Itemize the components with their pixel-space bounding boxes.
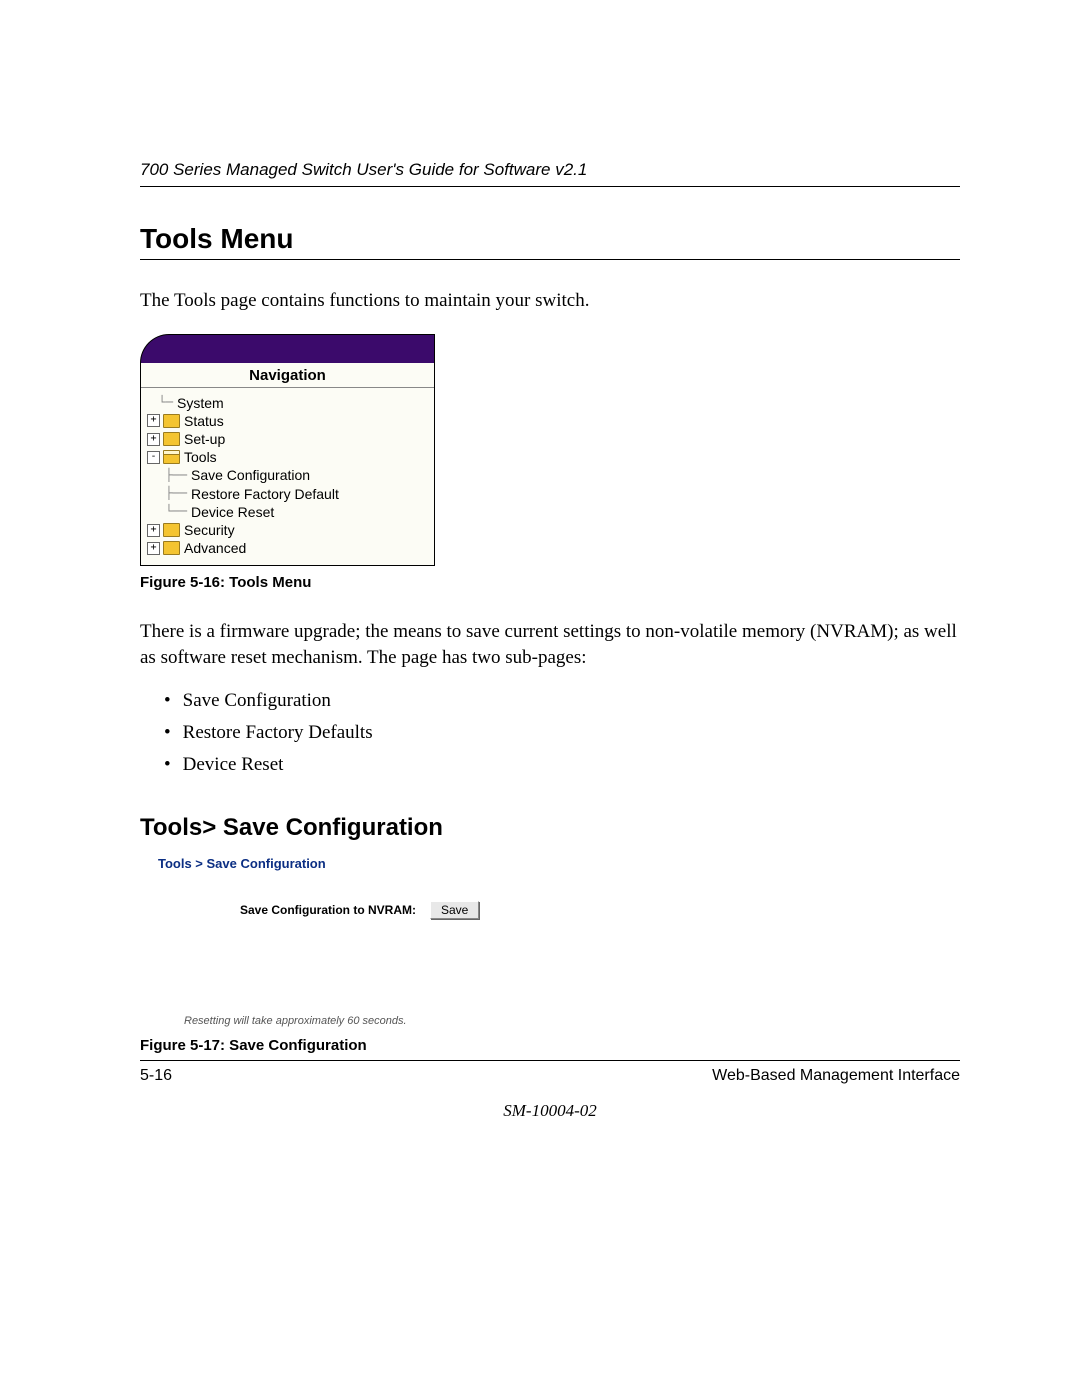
tree-label: Set-up xyxy=(184,430,225,448)
figure-caption-2: Figure 5-17: Save Configuration xyxy=(140,1037,960,1054)
intro-paragraph: The Tools page contains functions to mai… xyxy=(140,288,960,314)
figure-caption-1: Figure 5-16: Tools Menu xyxy=(140,574,960,591)
running-header: 700 Series Managed Switch User's Guide f… xyxy=(140,160,960,187)
save-button[interactable]: Save xyxy=(430,901,479,919)
tree-item-restore-default[interactable]: ├── Restore Factory Default xyxy=(147,485,428,503)
reset-note: Resetting will take approximately 60 sec… xyxy=(184,1015,860,1027)
tree-item-save-config[interactable]: ├── Save Configuration xyxy=(147,466,428,484)
footer-section-title: Web-Based Management Interface xyxy=(712,1067,960,1085)
tree-branch-icon: └── xyxy=(147,504,187,520)
list-item: Save Configuration xyxy=(164,685,960,717)
expand-icon[interactable]: + xyxy=(147,542,160,555)
tree-label: System xyxy=(177,394,224,412)
tree-label: Save Configuration xyxy=(191,466,310,484)
nav-tree: └─ System + Status + Set-up - Tools xyxy=(141,388,434,566)
nav-panel-header-bar xyxy=(140,334,435,363)
tree-label: Restore Factory Default xyxy=(191,485,339,503)
page-number: 5-16 xyxy=(140,1067,172,1085)
figure-save-config: Tools > Save Configuration Save Configur… xyxy=(140,856,860,1027)
folder-icon xyxy=(163,523,180,537)
tree-label: Advanced xyxy=(184,539,246,557)
tree-label: Tools xyxy=(184,448,217,466)
tree-item-status[interactable]: + Status xyxy=(147,412,428,430)
tree-item-advanced[interactable]: + Advanced xyxy=(147,539,428,557)
expand-icon[interactable]: + xyxy=(147,524,160,537)
tree-branch-icon: └─ xyxy=(147,395,173,411)
figure-tools-menu: Navigation └─ System + Status + Set-up xyxy=(140,334,435,567)
tree-branch-icon: ├── xyxy=(147,468,187,484)
list-item: Device Reset xyxy=(164,749,960,781)
document-id: SM-10004-02 xyxy=(140,1101,960,1121)
tree-label: Security xyxy=(184,521,235,539)
folder-icon xyxy=(163,432,180,446)
save-nvram-label: Save Configuration to NVRAM: xyxy=(240,903,416,917)
expand-icon[interactable]: + xyxy=(147,414,160,427)
page-footer: 5-16 Web-Based Management Interface xyxy=(140,1060,960,1085)
tree-item-security[interactable]: + Security xyxy=(147,521,428,539)
tree-item-device-reset[interactable]: └── Device Reset xyxy=(147,503,428,521)
collapse-icon[interactable]: - xyxy=(147,451,160,464)
tree-label: Device Reset xyxy=(191,503,274,521)
list-item: Restore Factory Defaults xyxy=(164,717,960,749)
folder-icon xyxy=(163,414,180,428)
tree-item-setup[interactable]: + Set-up xyxy=(147,430,428,448)
tree-item-system[interactable]: └─ System xyxy=(147,394,428,412)
folder-icon xyxy=(163,541,180,555)
expand-icon[interactable]: + xyxy=(147,433,160,446)
tree-label: Status xyxy=(184,412,224,430)
heading-save-config: Tools> Save Configuration xyxy=(140,814,960,842)
breadcrumb: Tools > Save Configuration xyxy=(158,856,860,871)
nav-panel-title: Navigation xyxy=(141,363,434,388)
tree-item-tools[interactable]: - Tools xyxy=(147,448,428,466)
subpage-list: Save Configuration Restore Factory Defau… xyxy=(164,685,960,782)
folder-open-icon xyxy=(163,450,180,464)
tree-branch-icon: ├── xyxy=(147,486,187,502)
heading-tools-menu: Tools Menu xyxy=(140,223,960,260)
body-paragraph: There is a firmware upgrade; the means t… xyxy=(140,619,960,670)
